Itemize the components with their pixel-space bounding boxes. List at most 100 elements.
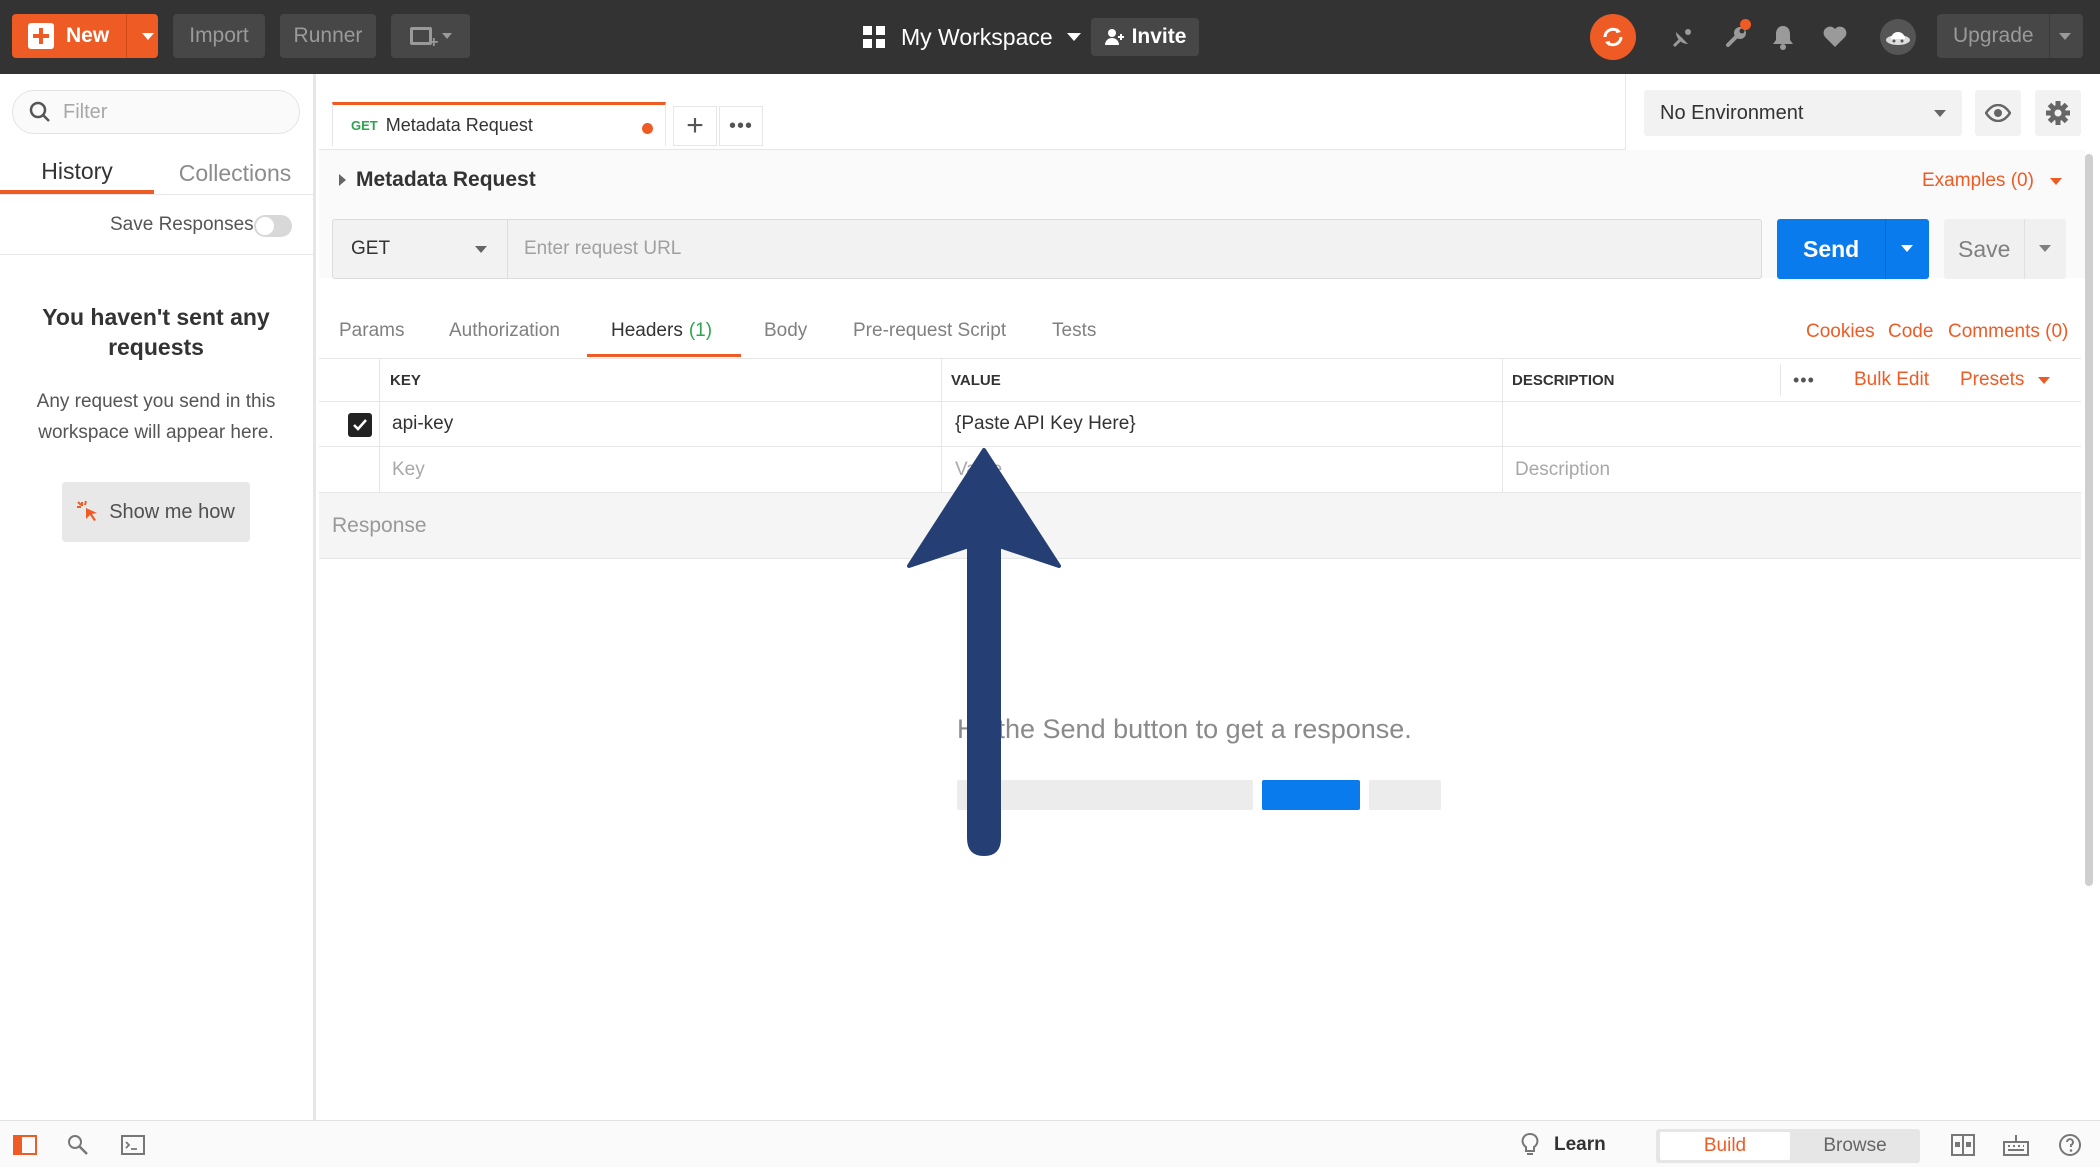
two-pane-icon[interactable] [1950,1133,1976,1157]
headers-table-header: KEY VALUE DESCRIPTION ••• Bulk Edit Pres… [319,358,2081,402]
send-dropdown-caret-icon[interactable] [1901,245,1913,252]
upgrade-label: Upgrade [1953,24,2034,47]
build-tab[interactable]: Build [1660,1132,1790,1160]
table-row-new: Key Value Description [319,448,2081,493]
upgrade-divider [2049,14,2050,58]
comments-link[interactable]: Comments (0) [1948,321,2068,343]
table-more-button[interactable]: ••• [1793,359,1815,401]
tab-headers-label: Headers [611,320,683,341]
divider [1780,364,1781,396]
new-dropdown-caret-icon[interactable] [142,33,154,40]
url-input[interactable] [524,238,1724,260]
show-me-how-label: Show me how [109,500,235,523]
import-button[interactable]: Import [173,14,265,58]
tab-history[interactable]: History [0,152,154,194]
new-button[interactable]: New [12,14,158,58]
save-responses-toggle[interactable] [254,215,292,237]
request-tab-method: GET [351,118,378,133]
request-title-text: Metadata Request [356,168,536,191]
save-dropdown-caret-icon[interactable] [2039,245,2051,252]
avatar-icon[interactable] [1880,19,1916,55]
history-empty-title: You haven't sent any requests [42,304,270,360]
caret-down-icon [1066,33,1081,41]
show-me-how-button[interactable]: Show me how [62,482,250,542]
expand-triangle-icon [339,174,346,186]
upgrade-button[interactable]: Upgrade [1937,14,2083,58]
caret-down-icon[interactable] [2059,33,2071,40]
tab-authorization[interactable]: Authorization [449,320,560,342]
tab-headers-count: (1) [688,320,713,341]
gear-icon [2046,101,2070,125]
search-icon [29,101,50,122]
add-user-icon [1104,29,1124,45]
tab-params[interactable]: Params [339,320,404,342]
tab-headers[interactable]: Headers (1) [611,320,712,342]
environment-select[interactable]: No Environment [1644,90,1962,136]
unsaved-dot [642,123,653,134]
mode-switch: Build Browse [1656,1129,1920,1163]
save-divider [2024,219,2025,279]
environment-selected: No Environment [1660,101,1804,124]
caret-down-icon [1934,110,1946,117]
new-tab-button[interactable]: + [673,106,717,146]
keyboard-icon[interactable] [2003,1133,2029,1157]
request-tab-name: Metadata Request [385,115,533,135]
environment-quick-look-button[interactable] [1975,90,2021,136]
request-title[interactable]: Metadata Request [339,168,536,192]
column-value: VALUE [951,371,1001,389]
satellite-icon[interactable] [1668,22,1698,52]
tab-pre-request-script[interactable]: Pre-request Script [853,320,1006,342]
invite-button[interactable]: Invite [1091,18,1199,56]
new-window-button[interactable] [391,14,470,58]
find-icon[interactable] [65,1133,91,1157]
sync-status-button[interactable] [1590,14,1636,60]
save-button[interactable]: Save [1944,219,2066,279]
divider [0,194,313,195]
response-header: Response [319,492,2081,559]
request-tab[interactable]: GET Metadata Request [332,102,666,146]
header-key-cell[interactable]: api-key [392,402,453,446]
new-description-input[interactable]: Description [1515,448,1610,492]
heart-icon[interactable] [1820,22,1850,52]
runner-button[interactable]: Runner [280,14,376,58]
examples-dropdown[interactable]: Examples (0) [1922,170,2062,192]
divider [379,358,380,494]
sidebar-toggle-icon[interactable] [12,1133,38,1157]
manage-environments-button[interactable] [2035,90,2081,136]
console-icon[interactable] [120,1133,146,1157]
tab-body[interactable]: Body [764,320,807,342]
method-select[interactable]: GET [332,219,508,279]
filter-input[interactable] [63,100,283,124]
filter-box[interactable] [12,90,300,134]
workspace-name: My Workspace [901,23,1053,50]
annotation-arrow [907,448,1061,856]
divider [1502,358,1503,494]
bell-icon[interactable] [1768,22,1798,52]
caret-down-icon [441,33,452,39]
workspace-switcher[interactable]: My Workspace [863,18,1081,56]
cookies-link[interactable]: Cookies [1806,321,1875,343]
code-link[interactable]: Code [1888,321,1933,343]
new-key-input[interactable]: Key [392,448,425,492]
bulk-edit-link[interactable]: Bulk Edit [1854,359,1929,401]
presets-label: Presets [1960,369,2025,390]
workspace-grid-icon [863,26,885,48]
help-icon[interactable] [2057,1133,2083,1157]
scrollbar[interactable] [2085,154,2093,886]
send-button[interactable]: Send [1777,219,1929,279]
tab-more-button[interactable]: ••• [719,106,763,146]
active-tab-indicator [587,354,741,357]
sync-icon [1603,27,1623,47]
presets-dropdown[interactable]: Presets [1960,359,2051,401]
browse-tab[interactable]: Browse [1794,1132,1916,1160]
url-field[interactable] [508,219,1762,279]
save-label: Save [1958,235,2011,262]
header-bar: New Import Runner My Workspace Invite Up… [0,0,2100,74]
tab-tests[interactable]: Tests [1052,320,1096,342]
lightbulb-icon [1521,1132,1539,1155]
row-enabled-checkbox[interactable] [348,413,372,437]
learn-button[interactable]: Learn [1520,1121,1606,1167]
tab-collections[interactable]: Collections [160,152,310,194]
sidebar: History Collections Save Responses You h… [0,74,316,1120]
main-panel: GET Metadata Request + ••• No Environmen… [319,74,2093,1120]
